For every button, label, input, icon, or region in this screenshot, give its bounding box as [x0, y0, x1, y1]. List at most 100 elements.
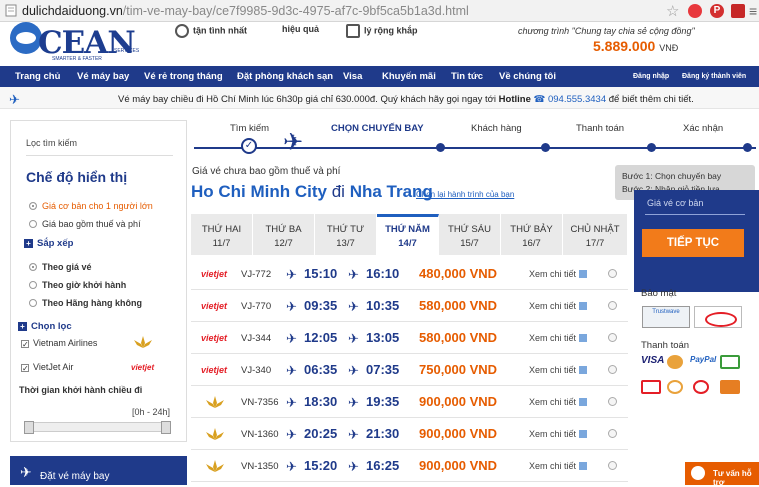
- day-date: 16/7: [522, 238, 541, 249]
- time-slider[interactable]: [24, 421, 171, 434]
- departure-time: 20:25: [304, 426, 338, 441]
- support-chat-button[interactable]: Tư vấn hỗ trợ: [685, 462, 759, 487]
- view-details-label: Xem chi tiết: [529, 301, 577, 311]
- person-icon: [175, 24, 189, 38]
- register-link[interactable]: Đăng ký thành viên: [682, 73, 746, 80]
- flight-row[interactable]: VN-1360 ✈ 20:25 ✈ 21:30 900,000 VND Xem ch…: [191, 418, 628, 450]
- display-option-base[interactable]: Giá cơ bản cho 1 người lớn: [29, 201, 153, 211]
- nav-news[interactable]: Tin tức: [451, 71, 483, 82]
- route-connector: đi: [331, 182, 345, 201]
- day-tab[interactable]: CHỦ NHẬT 17/7: [563, 214, 628, 255]
- feature-1: tận tình nhất: [175, 24, 247, 38]
- divider: [645, 214, 745, 215]
- extension-icon[interactable]: [688, 4, 702, 18]
- arrival-time: 16:10: [366, 266, 400, 281]
- day-tab[interactable]: THỨ HAI 11/7: [191, 214, 253, 255]
- flight-row[interactable]: vietjet VJ-340 ✈ 06:35 ✈ 07:35 750,000 VND…: [191, 354, 628, 386]
- view-details-link[interactable]: Xem chi tiết: [529, 333, 588, 343]
- sort-by-price[interactable]: Theo giá vé: [29, 262, 92, 272]
- select-flight-radio[interactable]: [608, 461, 617, 470]
- payment-gold-icon: [667, 380, 683, 394]
- day-tab[interactable]: THỨ TƯ 13/7: [315, 214, 377, 255]
- nav-promotions[interactable]: Khuyến mãi: [382, 71, 436, 82]
- flight-row[interactable]: vietjet VJ-344 ✈ 12:05 ✈ 13:05 580,000 VND…: [191, 322, 628, 354]
- vietjet-logo-icon: vietjet: [201, 333, 228, 343]
- arrival-time: 07:35: [366, 362, 400, 377]
- network-icon: [346, 24, 360, 38]
- view-details-link[interactable]: Xem chi tiết: [529, 365, 588, 375]
- flight-row[interactable]: VN-7356 ✈ 18:30 ✈ 19:35 900,000 VND Xem ch…: [191, 386, 628, 418]
- day-name: THỨ HAI: [201, 224, 242, 235]
- notice-text: Vé máy bay chiều đi Hồ Chí Minh lúc 6h30…: [118, 94, 694, 105]
- sort-heading[interactable]: + Sắp xếp: [24, 238, 73, 249]
- display-option-tax[interactable]: Giá bao gồm thuế và phí: [29, 219, 141, 229]
- trustwave-badge-icon[interactable]: Trustwave: [642, 306, 690, 328]
- day-tab[interactable]: THỨ BẢY 16/7: [501, 214, 563, 255]
- flight-code: VJ-344: [241, 333, 272, 344]
- day-tab-selected[interactable]: THỨ NĂM 14/7: [377, 214, 439, 255]
- nav-hotel[interactable]: Đặt phòng khách sạn: [237, 71, 333, 82]
- flight-code: VJ-772: [241, 269, 272, 280]
- nav-visa[interactable]: Visa: [343, 71, 362, 82]
- filter-heading[interactable]: + Chọn lọc: [18, 321, 72, 332]
- day-tab[interactable]: THỨ SÁU 15/7: [439, 214, 501, 255]
- departure-time: 12:05: [304, 330, 338, 345]
- select-flight-radio[interactable]: [608, 397, 617, 406]
- slider-handle-start[interactable]: [24, 421, 34, 434]
- site-logo[interactable]: CEAN SMARTER & FASTER SERVICES: [8, 22, 139, 62]
- view-details-link[interactable]: Xem chi tiết: [529, 397, 588, 407]
- verisign-badge-icon[interactable]: [694, 306, 742, 328]
- sort-by-time[interactable]: Theo giờ khởi hành: [29, 280, 126, 290]
- select-flight-radio[interactable]: [608, 333, 617, 342]
- landing-icon: ✈: [348, 395, 359, 410]
- select-flight-radio[interactable]: [608, 365, 617, 374]
- view-details-link[interactable]: Xem chi tiết: [529, 461, 588, 471]
- sort-by-airline-label: Theo Hãng hàng không: [42, 298, 142, 308]
- takeoff-icon: ✈: [286, 267, 297, 282]
- view-details-link[interactable]: Xem chi tiết: [529, 429, 588, 439]
- flight-code: VN-1360: [241, 429, 279, 440]
- pinterest-icon[interactable]: P: [710, 4, 724, 18]
- nav-about[interactable]: Về chúng tôi: [499, 71, 556, 82]
- day-name: THỨ BA: [265, 224, 302, 235]
- continue-button[interactable]: TIẾP TỤC: [642, 229, 744, 257]
- bookmark-star-icon[interactable]: ☆: [666, 2, 679, 20]
- extension-red-icon[interactable]: [731, 4, 745, 18]
- filter-vietjet[interactable]: ✓ VietJet Air: [21, 362, 73, 373]
- paypal-icon: PayPal: [690, 355, 717, 364]
- vietnam-airlines-logo-icon: [206, 428, 224, 440]
- notice-phone[interactable]: ☎ 094.555.3434: [534, 94, 607, 105]
- change-route-link[interactable]: Chọn lại hành trình của bạn: [416, 190, 514, 199]
- flight-row[interactable]: vietjet VJ-770 ✈ 09:35 ✈ 10:35 580,000 VND…: [191, 290, 628, 322]
- view-details-label: Xem chi tiết: [529, 365, 577, 375]
- select-flight-radio[interactable]: [608, 269, 617, 278]
- expand-icon: [579, 462, 588, 470]
- flight-row[interactable]: VN-1350 ✈ 15:20 ✈ 16:25 900,000 VND Xem ch…: [191, 450, 628, 482]
- day-tab[interactable]: THỨ BA 12/7: [253, 214, 315, 255]
- browser-menu-icon[interactable]: ≡: [749, 3, 757, 19]
- nav-flights[interactable]: Vé máy bay: [77, 71, 129, 82]
- login-link[interactable]: Đăng nhập: [633, 73, 669, 80]
- slider-handle-end[interactable]: [161, 421, 171, 434]
- flight-price: 580,000 VND: [419, 298, 498, 313]
- landing-icon: ✈: [348, 267, 359, 282]
- nav-cheap-monthly[interactable]: Vé rẻ trong tháng: [144, 71, 223, 82]
- book-flight-panel[interactable]: ✈ Đặt vé máy bay: [10, 456, 187, 485]
- select-flight-radio[interactable]: [608, 301, 617, 310]
- view-details-link[interactable]: Xem chi tiết: [529, 269, 588, 279]
- feature-2: hiệu quả: [282, 24, 319, 34]
- filter-vietnam-airlines[interactable]: ✓ Vietnam Airlines: [21, 338, 97, 349]
- flight-row[interactable]: vietjet VJ-772 ✈ 15:10 ✈ 16:10 480,000 VND…: [191, 258, 628, 290]
- sort-by-airline[interactable]: Theo Hãng hàng không: [29, 298, 142, 308]
- view-details-link[interactable]: Xem chi tiết: [529, 301, 588, 311]
- nav-home[interactable]: Trang chủ: [15, 71, 60, 82]
- url-text[interactable]: dulichdaiduong.vn/tim-ve-may-bay/ce7f998…: [22, 4, 469, 18]
- view-details-label: Xem chi tiết: [529, 429, 577, 439]
- notice-suffix: để biết thêm chi tiết.: [608, 94, 694, 105]
- select-flight-radio[interactable]: [608, 429, 617, 438]
- step-payment: Thanh toán: [576, 123, 625, 134]
- step-dot: [647, 143, 656, 152]
- flight-price: 750,000 VND: [419, 362, 498, 377]
- landing-icon: ✈: [348, 427, 359, 442]
- address-bar[interactable]: dulichdaiduong.vn/tim-ve-may-bay/ce7f998…: [0, 0, 759, 22]
